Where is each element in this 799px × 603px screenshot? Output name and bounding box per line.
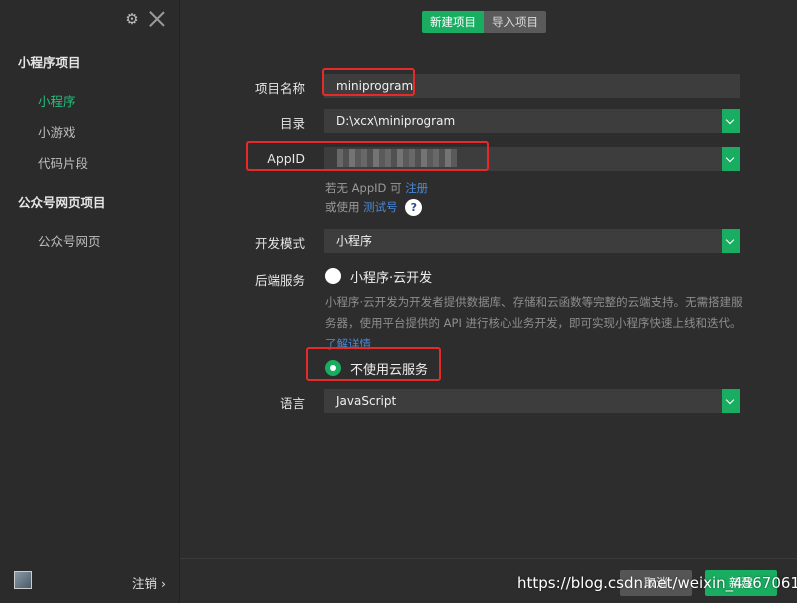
cloud-dev-option-label[interactable]: 小程序·云开发 — [350, 267, 432, 286]
project-name-label: 项目名称 — [254, 81, 305, 96]
sidebar-item-minigame[interactable]: 小游戏 — [38, 122, 76, 141]
directory-select[interactable]: D:\xcx\miniprogram — [324, 109, 740, 133]
language-label: 语言 — [279, 396, 305, 411]
cloud-dev-description: 小程序·云开发为开发者提供数据库、存储和云函数等完整的云端支持。无需搭建服务器，… — [325, 292, 745, 355]
test-account-link[interactable]: 测试号 — [363, 200, 398, 214]
dev-mode-value: 小程序 — [336, 234, 373, 248]
directory-value: D:\xcx\miniprogram — [336, 114, 456, 128]
chevron-down-icon[interactable] — [722, 389, 740, 413]
test-hint-text: 或使用 — [325, 200, 360, 214]
chevron-down-icon[interactable] — [722, 229, 740, 253]
tab-import-project[interactable]: 导入项目 — [484, 11, 546, 33]
dev-mode-label: 开发模式 — [254, 236, 305, 251]
highlight-box — [246, 141, 489, 171]
test-account-hint: 或使用 测试号 ? — [325, 199, 423, 216]
avatar[interactable] — [14, 571, 32, 589]
chevron-down-icon[interactable] — [722, 109, 740, 133]
highlight-box — [322, 68, 415, 96]
close-icon[interactable] — [148, 10, 166, 28]
gear-icon[interactable]: ⚙ — [124, 11, 140, 27]
sidebar-item-miniprogram[interactable]: 小程序 — [38, 91, 76, 110]
register-link[interactable]: 注册 — [405, 181, 428, 195]
directory-label: 目录 — [279, 116, 305, 131]
project-tabs: 新建项目 导入项目 — [422, 11, 546, 33]
sidebar-item-snippet[interactable]: 代码片段 — [38, 153, 88, 172]
help-icon[interactable]: ? — [405, 199, 423, 216]
window-controls: ⚙ — [124, 10, 166, 28]
language-value: JavaScript — [336, 394, 397, 408]
logout-link[interactable]: 注销 › — [132, 573, 166, 592]
sidebar-item-webpage[interactable]: 公众号网页 — [38, 231, 101, 250]
cloud-dev-desc-text: 小程序·云开发为开发者提供数据库、存储和云函数等完整的云端支持。无需搭建服务器，… — [325, 295, 743, 330]
sidebar: ⚙ 小程序项目 小程序 小游戏 代码片段 公众号网页项目 公众号网页 注销 › — [0, 0, 180, 603]
chevron-down-icon[interactable] — [722, 147, 740, 171]
app-window: ⚙ 小程序项目 小程序 小游戏 代码片段 公众号网页项目 公众号网页 注销 › … — [0, 0, 799, 603]
dev-mode-select[interactable]: 小程序 — [324, 229, 740, 253]
appid-hint-text: 若无 AppID 可 — [325, 181, 402, 195]
watermark: https://blog.csdn.net/weixin_45670610 — [517, 574, 799, 592]
appid-hint: 若无 AppID 可 注册 — [325, 180, 428, 196]
section-title-miniprogram: 小程序项目 — [18, 55, 81, 70]
highlight-box — [306, 347, 441, 381]
language-select[interactable]: JavaScript — [324, 389, 740, 413]
sidebar-footer: 注销 › — [0, 559, 180, 603]
tab-new-project[interactable]: 新建项目 — [422, 11, 484, 33]
radio-cloud-dev[interactable] — [325, 268, 341, 284]
backend-label: 后端服务 — [254, 273, 305, 288]
section-title-webpage: 公众号网页项目 — [18, 195, 106, 210]
